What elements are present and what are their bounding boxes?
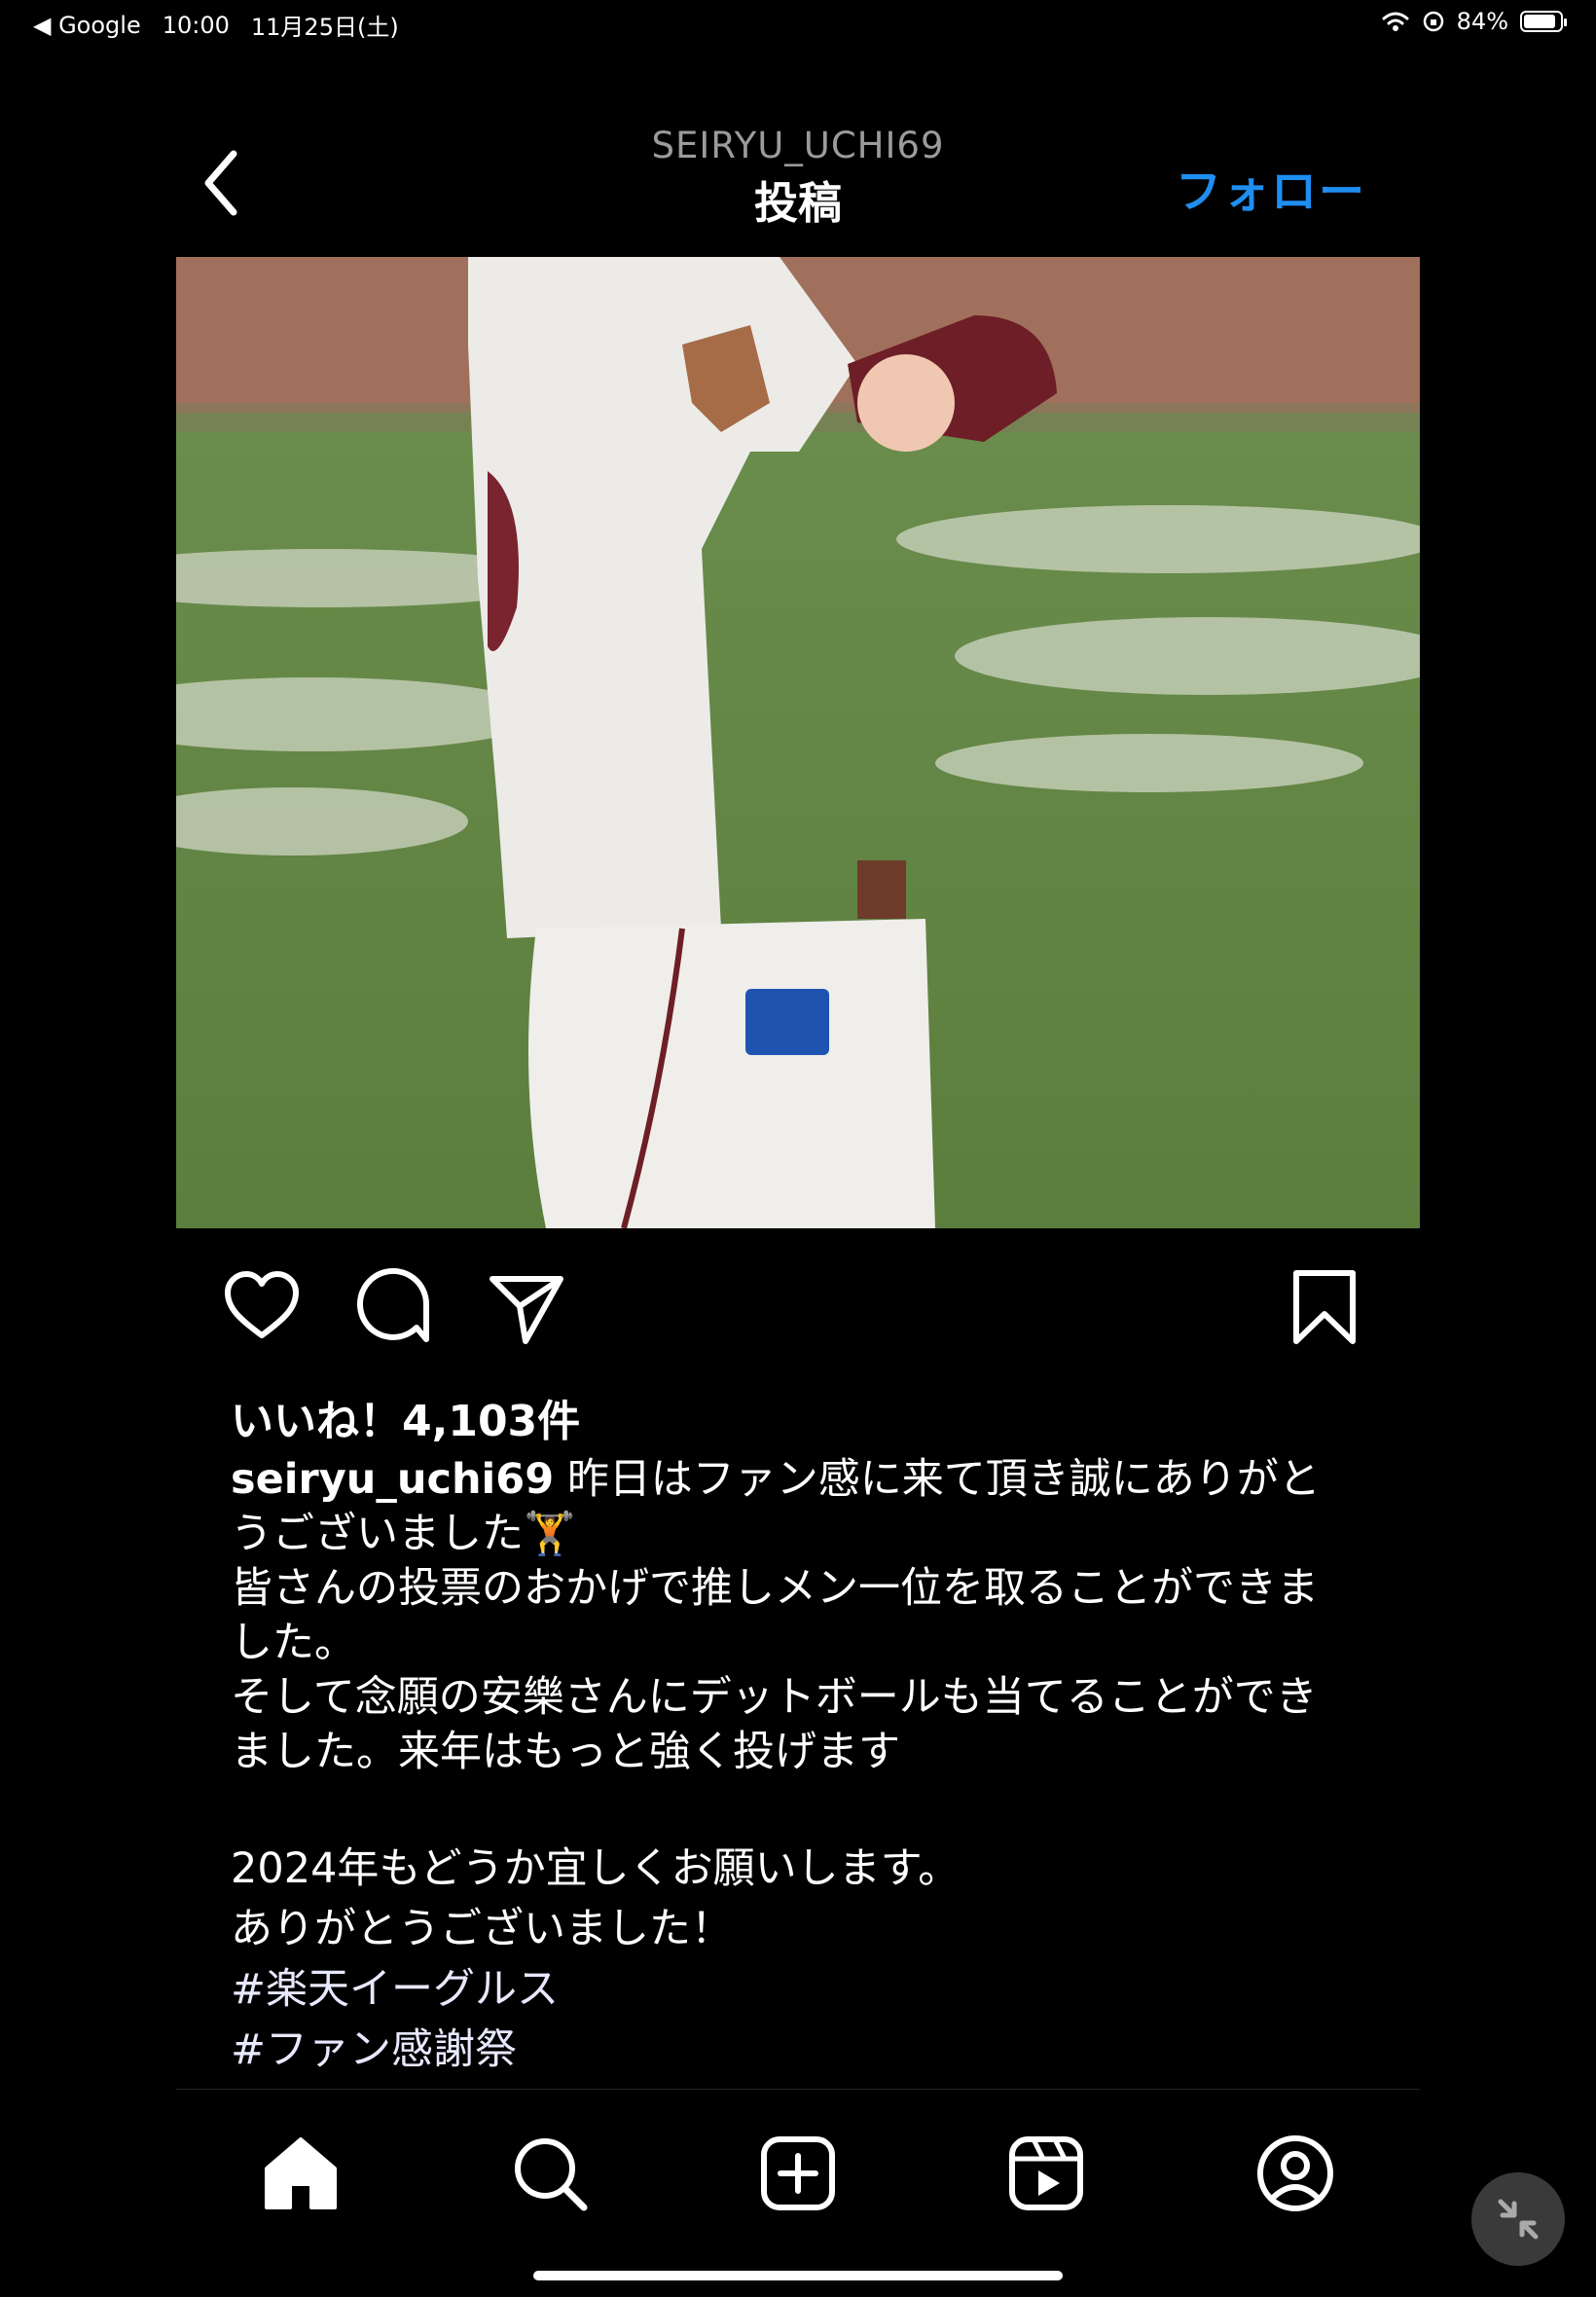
caption-line: ました。来年はもっと強く投げます — [231, 1728, 900, 1776]
status-bar: ◀ Google 10:00 11月25日(土) 84% — [0, 0, 1596, 47]
nav-divider — [176, 2089, 1420, 2090]
hashtag-link[interactable]: #楽天イーグルス — [231, 1962, 1379, 2017]
send-icon[interactable] — [485, 1265, 568, 1349]
status-date: 11月25日(土) — [250, 14, 399, 41]
status-time: 10:00 — [162, 11, 230, 39]
caption-line: そして念願の安樂さんにデットボールも当てることができ — [231, 1673, 1318, 1722]
wifi-icon — [1382, 12, 1409, 31]
caption-text: 昨日はファン感に来て頂き誠にありがと — [566, 1455, 1321, 1504]
profile-icon[interactable] — [1253, 2132, 1337, 2215]
status-left: ◀ Google 10:00 11月25日(土) — [33, 8, 399, 42]
heart-icon[interactable] — [220, 1265, 304, 1349]
post-photo[interactable] — [176, 257, 1420, 1228]
plus-square-icon[interactable] — [756, 2132, 840, 2215]
minimize-button[interactable] — [1471, 2172, 1565, 2266]
caption-line: 2024年もどうか宜しくお願いします。 — [231, 1844, 961, 1893]
search-icon[interactable] — [508, 2132, 592, 2215]
caption-line: 皆さんの投票のおかげで推しメン一位を取ることができま — [231, 1564, 1319, 1613]
home-icon[interactable] — [259, 2132, 343, 2215]
follow-button[interactable]: フォロー — [1176, 154, 1366, 221]
reels-icon[interactable] — [1004, 2132, 1088, 2215]
comment-icon[interactable] — [352, 1265, 436, 1349]
caption-line: した。 — [231, 1619, 356, 1667]
caption-username[interactable]: seiryu_uchi69 — [231, 1455, 554, 1504]
post-caption: seiryu_uchi69 昨日はファン感に来て頂き誠にありがと うございました… — [231, 1452, 1379, 2077]
battery-percent: 84% — [1456, 8, 1508, 35]
caption-line: ありがとうございました！ — [231, 1905, 733, 1953]
likes-count[interactable]: いいね！4,103件 — [231, 1386, 580, 1448]
status-right: 84% — [1381, 8, 1567, 35]
home-indicator[interactable] — [533, 2271, 1063, 2280]
orientation-lock-icon — [1423, 11, 1443, 32]
battery-icon — [1520, 11, 1567, 32]
back-to-app-link[interactable]: ◀ Google — [33, 12, 141, 39]
bookmark-icon[interactable] — [1283, 1265, 1366, 1349]
caption-line: うございました🏋 — [231, 1510, 576, 1558]
minimize-icon — [1498, 2199, 1539, 2240]
hashtag-link[interactable]: #ファン感謝祭 — [231, 2023, 1379, 2077]
caption-line: seiryu_uchi69 昨日はファン感に来て頂き誠にありがと — [231, 1452, 1379, 1507]
